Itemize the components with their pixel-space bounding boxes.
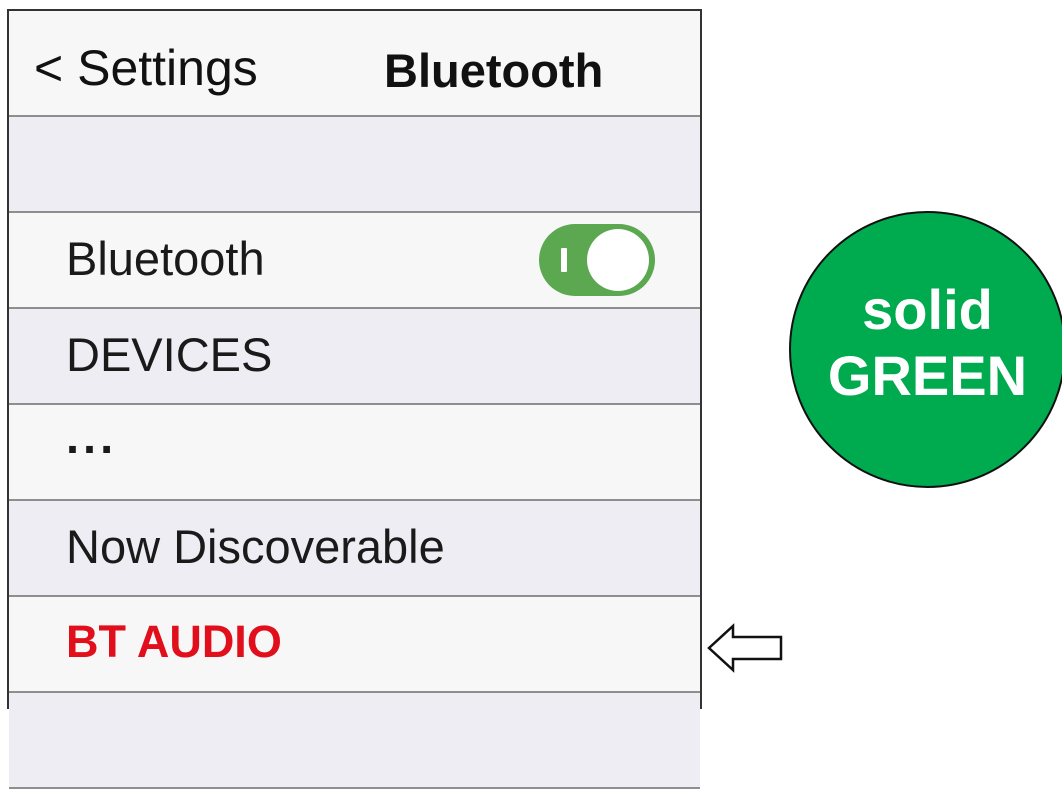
- discoverable-status-label: Now Discoverable: [66, 520, 445, 573]
- next-row: [9, 693, 700, 789]
- bluetooth-settings-panel: < Settings Bluetooth Bluetooth DEVICES .…: [7, 9, 702, 789]
- section-spacer: [9, 117, 700, 213]
- led-status-indicator: solid GREEN: [789, 211, 1062, 488]
- bluetooth-toggle-switch[interactable]: [539, 224, 655, 296]
- discoverable-status-row: Now Discoverable: [9, 501, 700, 597]
- bluetooth-toggle-row: Bluetooth: [9, 213, 700, 309]
- device-name-label: BT AUDIO: [66, 616, 282, 667]
- left-arrow-icon: [707, 623, 783, 673]
- devices-section-header: DEVICES: [9, 309, 700, 405]
- led-status-text: solid GREEN: [791, 277, 1062, 409]
- navigation-bar: < Settings Bluetooth: [9, 11, 700, 117]
- more-devices-row: ...: [9, 405, 700, 501]
- back-to-settings-link[interactable]: < Settings: [34, 43, 258, 93]
- ellipsis-label: ...: [66, 410, 118, 463]
- led-status-line-1: solid: [862, 278, 993, 341]
- led-status-line-2: GREEN: [827, 344, 1028, 407]
- toggle-knob: [587, 229, 649, 291]
- bluetooth-label: Bluetooth: [66, 232, 265, 285]
- device-row-bt-audio[interactable]: BT AUDIO: [9, 597, 700, 693]
- devices-header-label: DEVICES: [66, 328, 273, 381]
- toggle-on-indicator-icon: [561, 248, 567, 272]
- page-title: Bluetooth: [384, 44, 604, 97]
